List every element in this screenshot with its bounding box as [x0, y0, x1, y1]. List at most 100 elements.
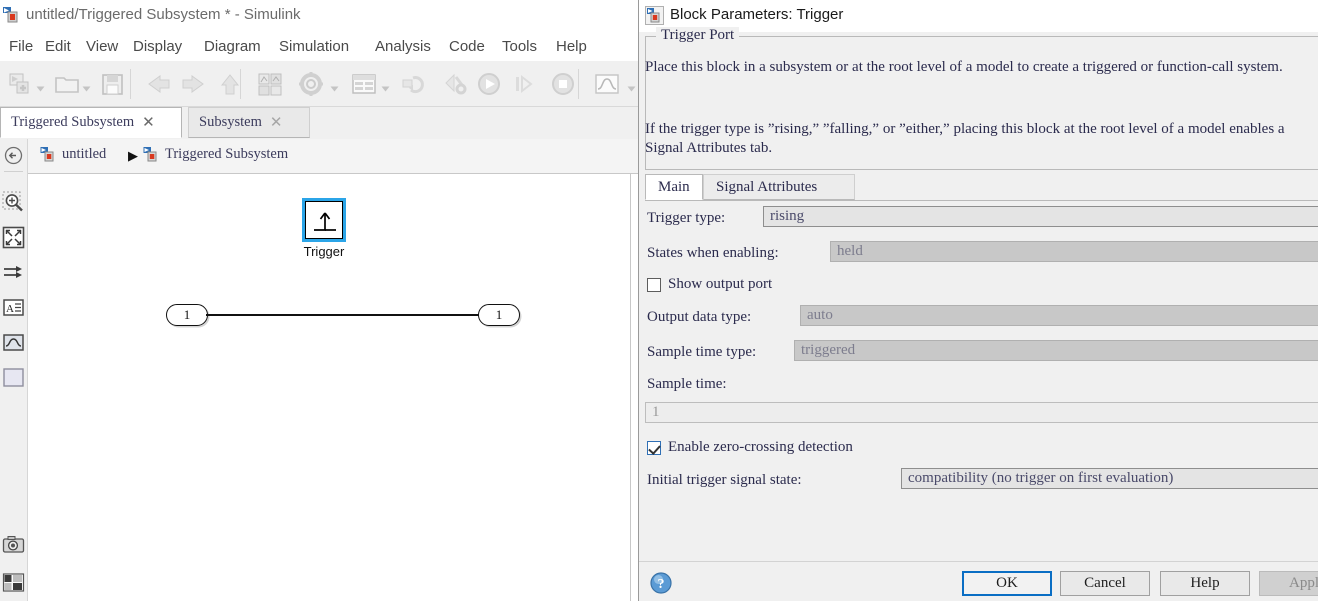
trigger-type-select[interactable]: rising	[763, 206, 1318, 227]
output-port-label: 1	[495, 307, 503, 322]
window-titlebar: untitled/Triggered Subsystem * - Simulin…	[0, 0, 638, 32]
output-port-block[interactable]: 1	[478, 304, 520, 326]
menu-diagram[interactable]: Diagram	[201, 36, 264, 57]
tab-label: Signal Attributes	[716, 178, 818, 195]
dialog-footer: ? OK Cancel Help Appl	[639, 561, 1318, 601]
rail-divider	[4, 171, 23, 172]
trigger-block[interactable]	[302, 198, 346, 242]
screenshot-camera-icon[interactable]	[2, 534, 25, 557]
breadcrumb-label: Triggered Subsystem	[165, 146, 289, 162]
signal-routing-icon[interactable]	[2, 261, 25, 284]
sample-time-input[interactable]: 1	[645, 402, 1318, 423]
back-icon[interactable]	[144, 69, 174, 99]
menu-file[interactable]: File	[6, 36, 36, 57]
description-paragraph-1: Place this block in a subsystem or at th…	[645, 59, 1283, 75]
model-canvas[interactable]: Trigger 1 1	[28, 174, 631, 601]
fit-to-view-icon[interactable]	[2, 226, 25, 249]
fast-restart-icon[interactable]	[440, 69, 470, 99]
subsystem-icon	[143, 146, 160, 163]
annotation-icon[interactable]: A	[2, 296, 25, 319]
menu-view[interactable]: View	[83, 36, 121, 57]
tab-main[interactable]: Main	[645, 174, 703, 200]
help-button[interactable]: Help	[1160, 571, 1250, 596]
close-icon[interactable]: ✕	[270, 113, 292, 132]
description-paragraph-2: If the trigger type is ”rising,” ”fallin…	[645, 121, 1285, 156]
menu-bar: File Edit View Display Diagram Simulatio…	[0, 33, 638, 60]
menu-simulation[interactable]: Simulation	[276, 36, 352, 57]
up-to-parent-icon[interactable]	[215, 69, 245, 99]
sample-time-type-value: triggered	[801, 342, 856, 358]
menu-edit[interactable]: Edit	[42, 36, 74, 57]
enable-zero-crossing-label: Enable zero-crossing detection	[668, 439, 853, 455]
run-icon[interactable]	[474, 69, 504, 99]
window-title: untitled/Triggered Subsystem * - Simulin…	[26, 6, 301, 23]
simulink-model-icon	[2, 5, 22, 25]
close-icon[interactable]: ✕	[142, 113, 164, 132]
tab-label: Main	[658, 178, 690, 195]
library-palette-icon[interactable]	[2, 571, 25, 594]
menu-code[interactable]: Code	[446, 36, 488, 57]
sample-time-type-label: Sample time type:	[647, 344, 757, 360]
menu-help[interactable]: Help	[553, 36, 590, 57]
input-port-block[interactable]: 1	[166, 304, 208, 326]
tab-subsystem[interactable]: Subsystem ✕	[188, 107, 310, 138]
initial-trigger-signal-state-select[interactable]: compatibility (no trigger on first evalu…	[901, 468, 1318, 489]
menu-tools[interactable]: Tools	[499, 36, 540, 57]
new-model-dropdown-arrow[interactable]	[36, 81, 45, 92]
simulink-block-icon	[645, 6, 664, 25]
open-model-dropdown-arrow[interactable]	[82, 81, 91, 92]
trigger-type-value: rising	[770, 208, 805, 224]
canvas-left-toolbar: A	[0, 139, 28, 601]
scope-viewer-icon[interactable]	[2, 331, 25, 354]
model-explorer-icon[interactable]	[349, 69, 379, 99]
open-model-icon[interactable]	[52, 69, 82, 99]
library-browser-icon[interactable]	[255, 69, 285, 99]
stop-icon[interactable]	[548, 69, 578, 99]
input-port-label: 1	[183, 307, 191, 322]
save-model-icon[interactable]	[98, 69, 128, 99]
enable-zero-crossing-checkbox[interactable]	[647, 440, 661, 455]
application-window: untitled/Triggered Subsystem * - Simulin…	[0, 0, 1318, 601]
simulation-data-inspector-icon[interactable]	[592, 69, 622, 99]
breadcrumb-label: untitled	[62, 146, 107, 162]
menu-display[interactable]: Display	[130, 36, 185, 57]
signal-line[interactable]	[206, 314, 501, 316]
toolbar-divider	[130, 69, 131, 99]
states-when-enabling-select: held	[830, 241, 1318, 262]
model-explorer-dropdown-arrow[interactable]	[381, 81, 390, 92]
blank-block-icon[interactable]	[2, 366, 25, 389]
tab-triggered-subsystem[interactable]: Triggered Subsystem ✕	[0, 107, 182, 138]
model-configuration-dropdown-arrow[interactable]	[330, 81, 339, 92]
forward-icon[interactable]	[178, 69, 208, 99]
toolbar-divider	[578, 69, 579, 99]
model-configuration-icon[interactable]	[296, 69, 326, 99]
simulation-data-inspector-dropdown-arrow[interactable]	[627, 81, 636, 92]
navigate-back-icon[interactable]	[2, 144, 25, 167]
output-data-type-value: auto	[807, 307, 833, 323]
breadcrumb-item-untitled[interactable]: untitled	[40, 146, 106, 163]
dialog-title: Block Parameters: Trigger	[670, 6, 844, 23]
states-when-enabling-value: held	[837, 243, 863, 259]
step-forward-icon[interactable]	[508, 69, 538, 99]
ok-button[interactable]: OK	[962, 571, 1052, 596]
tab-label: Subsystem	[199, 114, 262, 130]
output-data-type-label: Output data type:	[647, 309, 752, 325]
zoom-in-icon[interactable]	[2, 191, 25, 214]
help-question-icon[interactable]: ?	[649, 571, 673, 595]
trigger-type-label: Trigger type:	[647, 210, 726, 226]
show-output-port-checkbox-row[interactable]: Show output port	[647, 276, 772, 293]
breadcrumb-item-triggered-subsystem[interactable]: Triggered Subsystem	[143, 146, 288, 163]
tab-signal-attributes[interactable]: Signal Attributes	[703, 174, 855, 200]
show-output-port-checkbox[interactable]	[647, 277, 661, 292]
update-model-icon[interactable]	[400, 69, 430, 99]
tab-label: Triggered Subsystem	[11, 114, 135, 130]
output-data-type-select: auto	[800, 305, 1318, 326]
sample-time-value: 1	[652, 404, 660, 420]
cancel-button-label: Cancel	[1084, 575, 1126, 591]
svg-text:A: A	[6, 303, 14, 315]
enable-zero-crossing-checkbox-row[interactable]: Enable zero-crossing detection	[647, 439, 853, 456]
cancel-button[interactable]: Cancel	[1060, 571, 1150, 596]
initial-trigger-signal-state-label: Initial trigger signal state:	[647, 472, 802, 488]
menu-analysis[interactable]: Analysis	[372, 36, 434, 57]
new-model-icon[interactable]	[6, 69, 36, 99]
